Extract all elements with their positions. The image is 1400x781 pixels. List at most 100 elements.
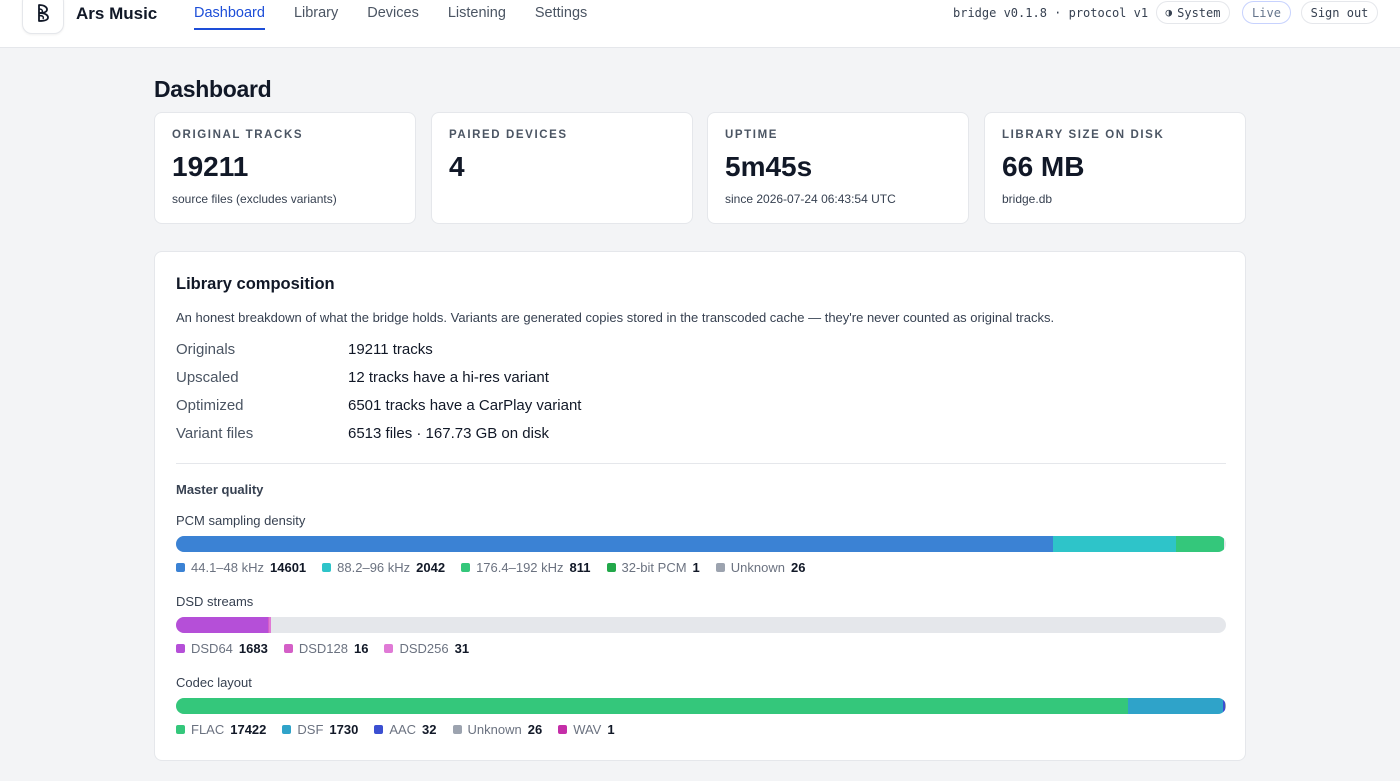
legend-swatch [374,725,384,734]
bar-label-dsd: DSD streams [176,594,254,609]
master-quality-heading: Master quality [176,482,264,497]
legend-swatch [384,644,394,653]
legend-value: 26 [790,560,806,575]
logo-glyph-icon [38,4,49,22]
legend-item-32-bit-pcm: 32-bit PCM 1 [606,560,700,575]
stat-value: 4 [449,151,465,182]
panel-description: An honest breakdown of what the bridge h… [176,310,1055,325]
row-value: 19211 tracks [348,341,433,358]
dsd-streams-legend: DSD64 1683 DSD128 16 DSD256 31 [176,641,485,656]
bar-segment-dsf [1128,698,1223,714]
nav-listening[interactable]: Listening [448,0,506,30]
stat-subtitle: since 2026-07-24 06:43:54 UTC [725,192,896,206]
bar-segment-88-2-96-khz [1053,536,1176,552]
legend-label: DSF [297,722,324,737]
bar-segment-44-1-48-khz [176,536,1053,552]
legend-swatch [461,563,471,572]
bar-segment-dsd256 [268,617,271,633]
legend-swatch [558,725,568,734]
nav-library[interactable]: Library [294,0,338,30]
stat-label: PAIRED DEVICES [449,129,568,141]
legend-label: FLAC [191,722,225,737]
pcm-sampling-bar [176,536,1226,552]
legend-item-44-1-48-khz: 44.1–48 kHz 14601 [176,560,306,575]
stat-value: 66 MB [1002,151,1085,182]
legend-value: 1 [607,722,615,737]
codec-layout-bar [176,698,1226,714]
legend-item-dsd256: DSD256 31 [384,641,469,656]
legend-value: 26 [527,722,543,737]
legend-swatch [176,563,185,572]
library-composition-panel: Library composition An honest breakdown … [154,251,1246,761]
stat-subtitle: bridge.db [1002,192,1053,206]
legend-swatch [176,725,185,734]
bar-segment-176-4-192-khz [1175,536,1225,552]
bar-label-codec: Codec layout [176,675,252,690]
codec-layout-legend: FLAC 17422 DSF 1730 AAC 32 Unknown 26 WAV 1 [176,722,631,737]
live-status-badge: Live [1242,1,1291,24]
dsd-streams-bar [176,617,1226,633]
stat-label: LIBRARY SIZE ON DISK [1002,129,1165,141]
stat-card-library-size: LIBRARY SIZE ON DISK 66 MB bridge.db [984,112,1246,224]
composition-row-variant-files: Variant files 6513 files · 167.73 GB on … [176,425,1076,449]
legend-swatch [715,563,725,572]
legend-swatch [606,563,616,572]
row-label: Optimized [176,397,244,414]
nav-dashboard[interactable]: Dashboard [194,0,265,30]
stat-value: 5m45s [725,151,813,182]
row-label: Variant files [176,425,254,442]
stat-subtitle: source files (excludes variants) [172,192,337,206]
composition-row-optimized: Optimized 6501 tracks have a CarPlay var… [176,397,1076,421]
row-label: Originals [176,341,236,358]
legend-value: 1 [692,560,700,575]
stat-label: UPTIME [725,129,779,141]
legend-item-176-4-192-khz: 176.4–192 kHz 811 [461,560,591,575]
legend-value: 17422 [230,722,267,737]
legend-label: DSD256 [399,641,449,656]
half-circle-icon: ◑ [1165,6,1173,19]
legend-value: 2042 [416,560,446,575]
legend-label: 44.1–48 kHz [191,560,264,575]
legend-value: 14601 [270,560,307,575]
pcm-sampling-legend: 44.1–48 kHz 14601 88.2–96 kHz 2042 176.4–192… [176,560,821,575]
panel-title: Library composition [176,275,335,293]
nav-devices[interactable]: Devices [367,0,419,30]
row-label: Upscaled [176,369,239,386]
legend-value: 16 [353,641,369,656]
theme-label: System [1177,5,1221,20]
app-name: Ars Music [76,4,158,23]
legend-swatch [452,725,462,734]
bar-segment-flac [176,698,1129,714]
stat-card-uptime: UPTIME 5m45s since 2026-07-24 06:43:54 U… [707,112,969,224]
legend-swatch [283,644,293,653]
legend-value: 31 [454,641,470,656]
legend-label: AAC [389,722,417,737]
composition-row-upscaled: Upscaled 12 tracks have a hi-res variant [176,369,1076,393]
row-value: 6501 tracks have a CarPlay variant [348,397,582,414]
app-logo-icon[interactable] [22,0,64,34]
legend-item-88-2-96-khz: 88.2–96 kHz 2042 [322,560,445,575]
legend-value: 32 [422,722,437,737]
legend-swatch [176,644,185,653]
stat-label: ORIGINAL TRACKS [172,129,304,141]
nav-settings[interactable]: Settings [535,0,587,30]
legend-swatch [322,563,332,572]
legend-item-wav: WAV 1 [558,722,615,737]
main-nav: Dashboard Library Devices Listening Sett… [194,0,616,30]
legend-swatch [282,725,292,734]
legend-item-dsd128: DSD128 16 [283,641,369,656]
legend-label: DSD128 [298,641,348,656]
legend-label: 88.2–96 kHz [337,560,411,575]
theme-toggle-button[interactable]: ◑ System [1156,1,1230,24]
legend-label: DSD64 [191,641,233,656]
stat-card-original-tracks: ORIGINAL TRACKS 19211 source files (excl… [154,112,416,224]
legend-item-unknown: Unknown 26 [452,722,543,737]
legend-label: Unknown [730,560,785,575]
sign-out-button[interactable]: Sign out [1301,1,1378,24]
legend-label: 176.4–192 kHz [476,560,564,575]
legend-label: WAV [573,722,602,737]
bar-segment-dsd64 [176,617,268,633]
stat-value: 19211 [172,151,249,182]
bar-label-pcm: PCM sampling density [176,513,306,528]
legend-item-unknown: Unknown 26 [715,560,806,575]
